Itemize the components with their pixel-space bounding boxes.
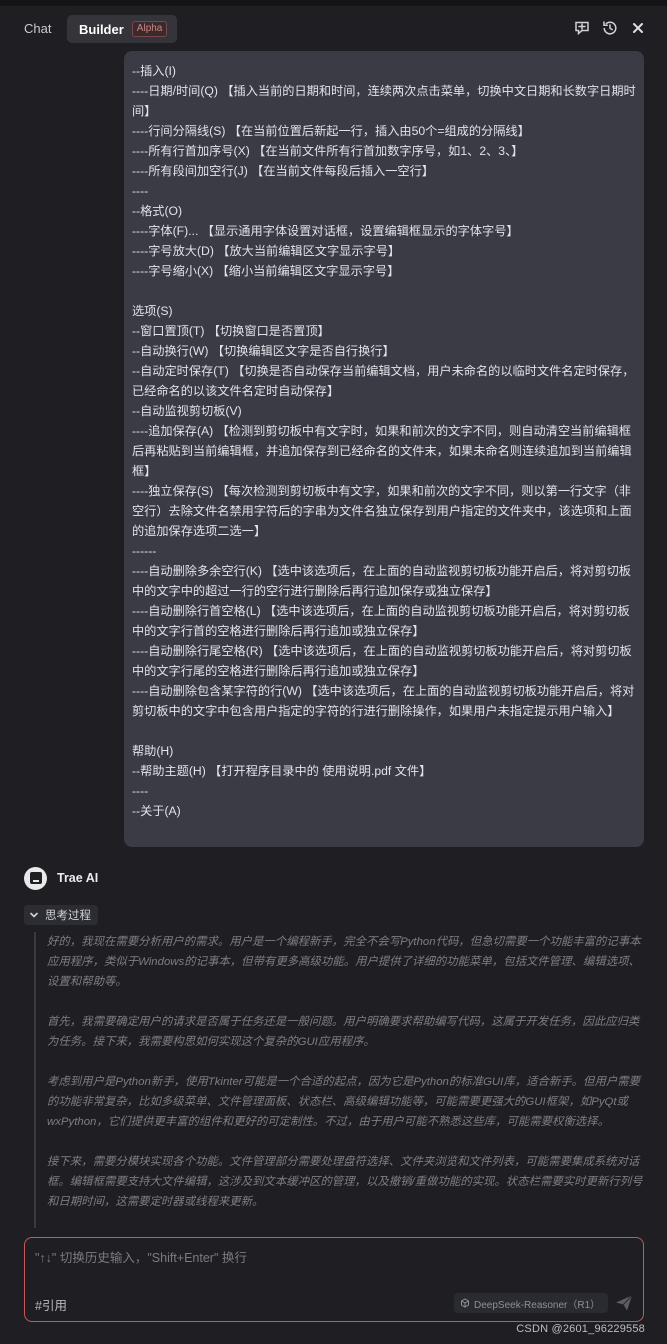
- message-line: 选项(S): [132, 304, 173, 318]
- thinking-paragraph: 好的，我现在需要分析用户的需求。用户是一个编程新手，完全不会写Python代码，…: [47, 936, 641, 988]
- send-icon[interactable]: [614, 1294, 634, 1312]
- message-line: ----行间分隔线(S) 【在当前位置后新起一行，插入由50个=组成的分隔线】: [132, 124, 530, 138]
- alpha-badge: Alpha: [131, 21, 168, 37]
- message-line: --帮助主题(H) 【打开程序目录中的 使用说明.pdf 文件】: [132, 764, 432, 778]
- watermark: CSDN @2601_96229558: [516, 1323, 645, 1335]
- message-line: ----自动删除多余空行(K) 【选中该选项后，在上面的自动监视剪切板功能开启后…: [132, 564, 631, 598]
- header-actions: [573, 19, 647, 37]
- message-line: ------: [132, 544, 157, 558]
- message-line: ----字号放大(D) 【放大当前编辑区文字显示字号】: [132, 244, 401, 258]
- chat-input[interactable]: [35, 1246, 625, 1270]
- message-line: --自动换行(W) 【切换编辑区文字是否自行换行】: [132, 344, 395, 358]
- user-message-bubble: --插入(I) ----日期/时间(Q) 【插入当前的日期和时间，连续两次点击菜单…: [124, 51, 644, 847]
- cube-icon: [461, 1298, 469, 1308]
- reference-button[interactable]: #引用: [35, 1295, 67, 1314]
- message-line: ----自动删除行尾空格(R) 【选中该选项后，在上面的自动监视剪切板功能开启后…: [132, 644, 632, 678]
- message-line: ----字号缩小(X) 【缩小当前编辑区文字显示字号】: [132, 264, 400, 278]
- message-line: ----自动删除包含某字符的行(W) 【选中该选项后，在上面的自动监视剪切板功能…: [132, 684, 635, 718]
- message-line: ----字体(F)... 【显示通用字体设置对话框，设置编辑框显示的字体字号】: [132, 224, 519, 238]
- message-line: ----所有行首加序号(X) 【在当前文件所有行首加数字序号，如1、2、3、】: [132, 144, 524, 158]
- model-select[interactable]: DeepSeek-Reasoner（R1）: [454, 1293, 609, 1313]
- message-line: --自动监视剪切板(V): [132, 404, 242, 418]
- message-line: ----日期/时间(Q) 【插入当前的日期和时间，连续两次点击菜单，切换中文日期…: [132, 84, 636, 118]
- history-icon[interactable]: [601, 19, 619, 37]
- message-line: ----: [132, 184, 149, 198]
- assistant-header: Trae AI: [24, 866, 98, 890]
- message-line: --插入(I): [132, 64, 176, 78]
- message-line: ----独立保存(S) 【每次检测到剪切板中有文字，如果和前次的文字不同，则以第…: [132, 484, 632, 538]
- tab-builder[interactable]: Builder Alpha: [67, 15, 178, 43]
- message-line: ----: [132, 784, 149, 798]
- message-line: 帮助(H): [132, 744, 174, 758]
- message-line: --格式(O): [132, 204, 183, 218]
- composer: #引用 DeepSeek-Reasoner（R1）: [24, 1237, 644, 1322]
- tab-builder-label: Builder: [79, 21, 124, 37]
- thinking-content: 好的，我现在需要分析用户的需求。用户是一个编程新手，完全不会写Python代码，…: [34, 932, 646, 1228]
- message-line: ----追加保存(A) 【检测到剪切板中有文字时，如果和前次的文字不同，则自动清…: [132, 424, 632, 478]
- panel-header: Chat Builder Alpha: [0, 6, 667, 50]
- new-chat-icon[interactable]: [573, 19, 591, 37]
- message-line: ----自动删除行首空格(L) 【选中该选项后，在上面的自动监视剪切板功能开启后…: [132, 604, 630, 638]
- assistant-name: Trae AI: [57, 871, 99, 885]
- chevron-down-icon: [30, 912, 38, 918]
- user-message-text: --插入(I) ----日期/时间(Q) 【插入当前的日期和时间，连续两次点击菜单…: [132, 61, 636, 821]
- model-label: DeepSeek-Reasoner（R1）: [474, 1299, 601, 1311]
- tab-chat[interactable]: Chat: [14, 16, 61, 42]
- message-line: --窗口置顶(T) 【切换窗口是否置顶】: [132, 324, 330, 338]
- thinking-paragraph: 接下来，需要分模块实现各个功能。文件管理部分需要处理盘符选择、文件夹浏览和文件列…: [47, 1156, 643, 1208]
- message-line: ----所有段间加空行(J) 【在当前文件每段后插入一空行】: [132, 164, 434, 178]
- trae-logo-icon: [24, 866, 47, 890]
- thinking-paragraph: 考虑到用户是Python新手，使用Tkinter可能是一个合适的起点，因为它是P…: [47, 1076, 641, 1128]
- close-icon[interactable]: [629, 19, 647, 37]
- message-line: --自动定时保存(T) 【切换是否自动保存当前编辑文档，用户未命名的以临时文件名…: [132, 364, 635, 398]
- thinking-paragraph: 首先，我需要确定用户的请求是否属于任务还是一般问题。用户明确要求帮助编写代码，这…: [47, 1016, 640, 1048]
- thinking-toggle[interactable]: 思考过程: [24, 905, 98, 925]
- message-line: --关于(A): [132, 804, 181, 818]
- thinking-label: 思考过程: [45, 910, 91, 922]
